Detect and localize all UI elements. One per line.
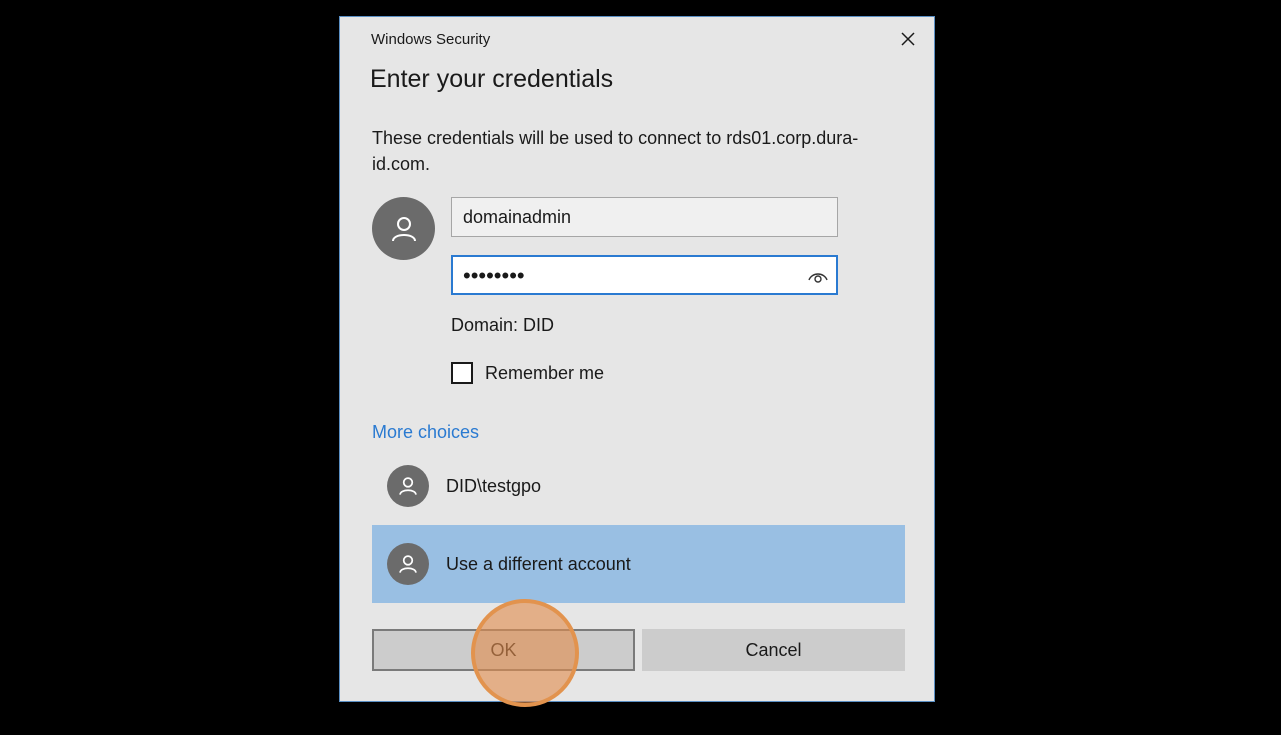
account-label: DID\testgpo [446,475,542,496]
remember-me-label: Remember me [485,362,605,383]
close-icon [901,32,915,46]
eye-icon [808,273,828,283]
account-option-testgpo[interactable]: DID\testgpo [372,447,905,525]
domain-text: Domain: DID [451,315,555,335]
account-label: Use a different account [446,553,631,574]
remember-me-checkbox[interactable]: Remember me [451,362,604,384]
close-button[interactable] [896,27,920,51]
credentials-dialog: Windows Security Enter your credentials … [339,16,935,702]
user-icon [399,477,417,495]
username-field[interactable]: domainadmin [451,197,838,237]
cancel-button[interactable]: Cancel [642,629,905,671]
more-choices-link[interactable]: More choices [372,422,479,443]
password-value: •••••••• [463,263,525,288]
reveal-password-button[interactable] [806,264,830,288]
password-field[interactable]: •••••••• [451,255,838,295]
ok-button[interactable]: OK [372,629,635,671]
checkbox-box[interactable] [451,362,473,384]
username-value: domainadmin [463,206,572,227]
account-avatar [387,465,429,507]
user-icon [399,555,417,573]
window-title: Windows Security [371,31,491,48]
dialog-heading: Enter your credentials [370,65,614,93]
avatar [372,197,435,260]
user-icon [391,216,416,241]
account-option-different[interactable]: Use a different account [372,525,905,603]
account-avatar [387,543,429,585]
dialog-description: These credentials will be used to connec… [372,128,859,174]
